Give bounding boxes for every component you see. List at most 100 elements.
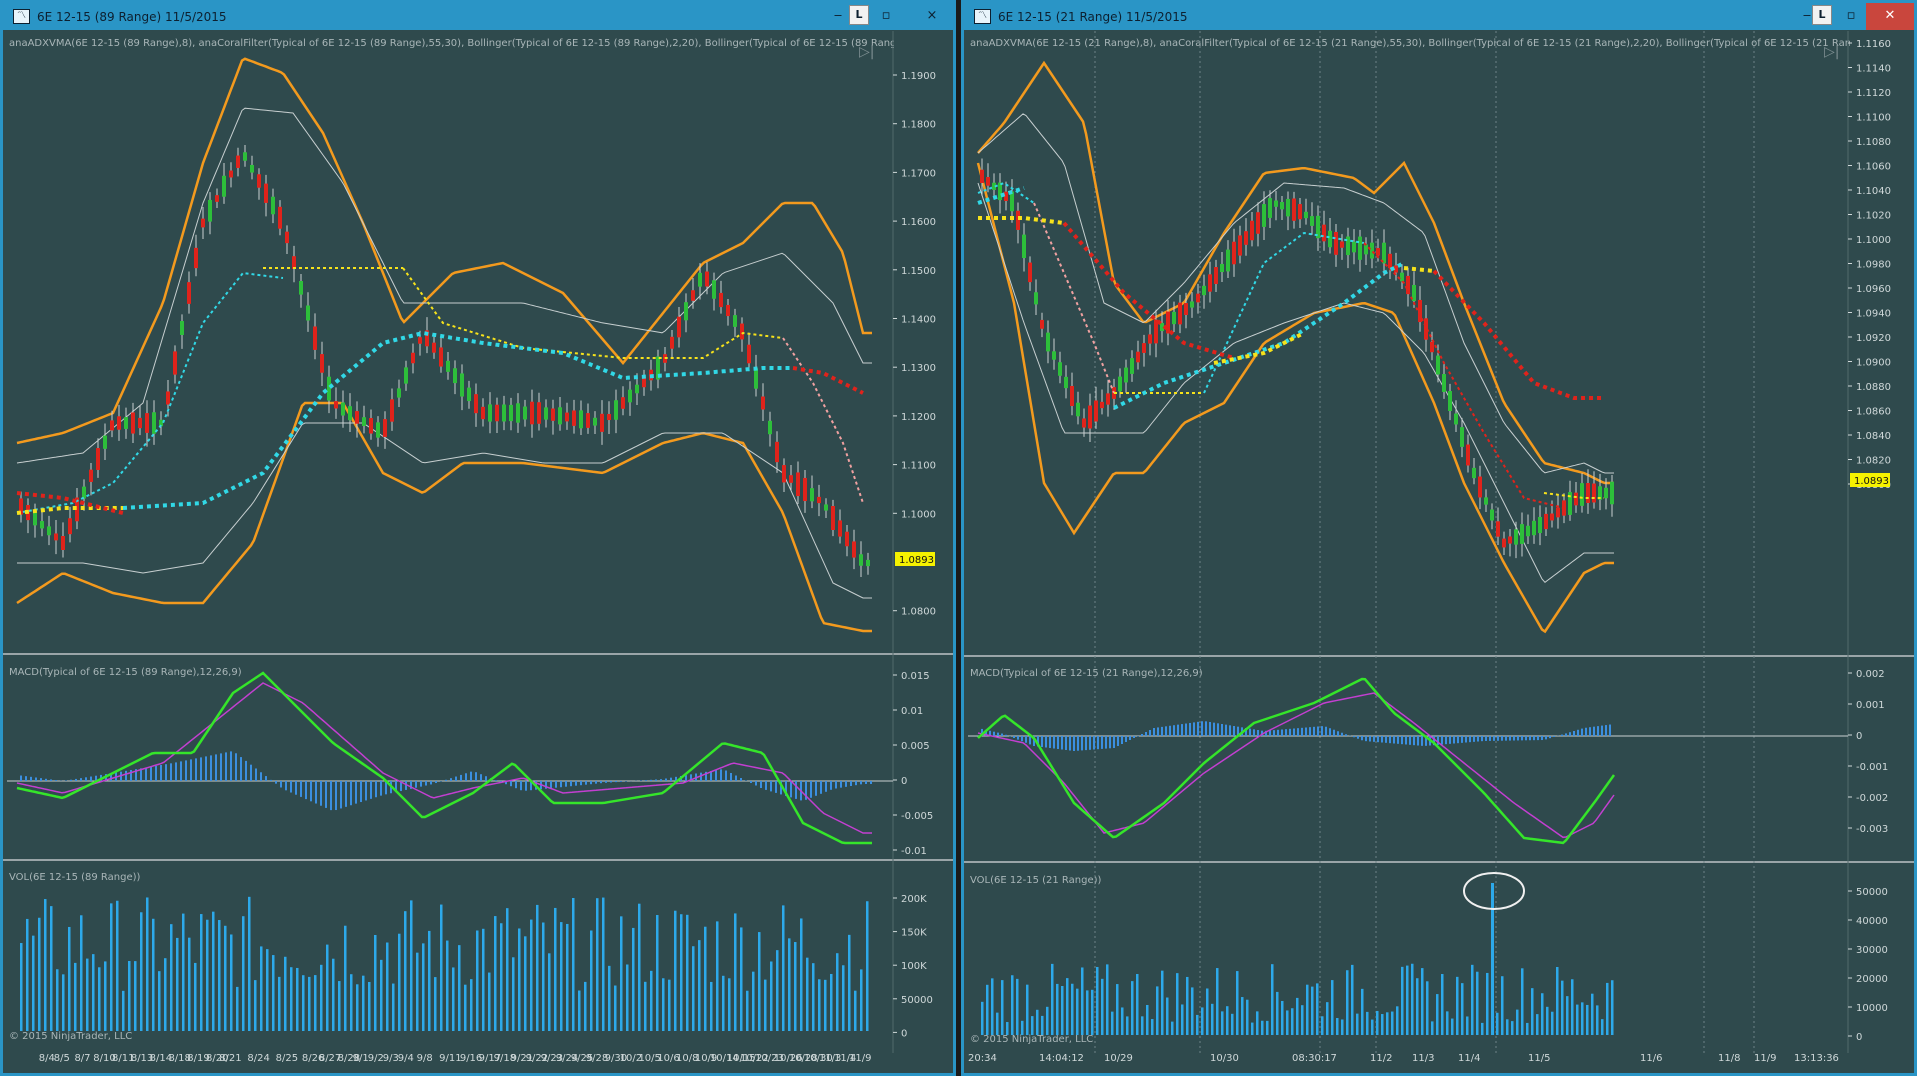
- macd-histogram-bar: [1325, 726, 1327, 736]
- macd-tick-label: -0.002: [1856, 793, 1888, 804]
- bollinger-lower-band: [16, 401, 872, 633]
- candle: [1142, 343, 1146, 353]
- volume-bar: [764, 979, 767, 1031]
- macd-histogram-bar: [1313, 726, 1315, 736]
- candle: [152, 412, 156, 434]
- candle: [1520, 524, 1524, 544]
- macd-histogram-bar: [30, 776, 32, 781]
- volume-bar: [1496, 1012, 1499, 1035]
- candle: [607, 413, 611, 421]
- candle: [1454, 413, 1458, 425]
- volume-tick-label: 20000: [1856, 974, 1888, 985]
- volume-bar: [1286, 1010, 1289, 1035]
- chart-window-left[interactable]: 〽 6E 12-15 (89 Range) 11/5/2015 ‒ L ▫ × …: [0, 0, 956, 1076]
- volume-bar: [770, 961, 773, 1031]
- volume-bar: [236, 986, 239, 1031]
- volume-bar: [1611, 980, 1614, 1035]
- volume-bar: [1171, 1021, 1174, 1035]
- volume-bar: [1306, 984, 1309, 1035]
- macd-histogram-bar: [1469, 736, 1471, 743]
- macd-histogram-bar: [1581, 728, 1583, 736]
- volume-bar: [1266, 1020, 1269, 1035]
- macd-histogram-bar: [1337, 731, 1339, 736]
- macd-histogram-bar: [220, 753, 222, 781]
- volume-bar: [536, 904, 539, 1031]
- volume-bar: [1391, 1011, 1394, 1035]
- macd-histogram-bar: [1401, 736, 1403, 745]
- candle: [1610, 481, 1614, 505]
- volume-bar: [542, 922, 545, 1031]
- macd-histogram-bar: [1057, 736, 1059, 749]
- macd-histogram-bar: [750, 781, 752, 783]
- macd-histogram-bar: [195, 758, 197, 781]
- price-tick-label: 1.1040: [1856, 186, 1891, 197]
- candle: [404, 367, 408, 384]
- volume-bar: [1226, 1006, 1229, 1035]
- candle: [1406, 275, 1410, 295]
- chart-window-right[interactable]: 〽 6E 12-15 (21 Range) 11/5/2015 ‒ L ▫ ✕ …: [961, 0, 1917, 1076]
- volume-bar: [1116, 984, 1119, 1035]
- volume-bar: [692, 946, 695, 1031]
- candle: [1184, 303, 1188, 315]
- macd-histogram-bar: [460, 774, 462, 781]
- volume-bar: [1216, 968, 1219, 1035]
- volume-bar: [1061, 986, 1064, 1035]
- volume-bar: [500, 923, 503, 1031]
- price-tick-label: 1.1100: [901, 461, 936, 472]
- macd-histogram-bar: [615, 781, 617, 783]
- macd-histogram-bar: [1453, 736, 1455, 744]
- candle: [145, 413, 149, 433]
- volume-bar: [1036, 1009, 1039, 1035]
- macd-histogram-bar: [295, 781, 297, 795]
- candle: [1556, 507, 1560, 518]
- macd-histogram-bar: [735, 775, 737, 781]
- candle: [1508, 536, 1512, 544]
- macd-histogram-bar: [320, 781, 322, 806]
- candle: [1322, 224, 1326, 242]
- volume-bar: [632, 927, 635, 1031]
- volume-bar: [194, 962, 197, 1031]
- candle: [838, 520, 842, 537]
- volume-bar: [260, 946, 263, 1031]
- macd-histogram-bar: [470, 771, 472, 781]
- candle: [1232, 241, 1236, 265]
- volume-bar: [1051, 963, 1054, 1035]
- macd-histogram-bar: [1249, 728, 1251, 736]
- candle: [341, 402, 345, 416]
- volume-bar: [1421, 968, 1424, 1035]
- candle: [1046, 332, 1050, 352]
- volume-bar: [176, 937, 179, 1031]
- candle: [397, 388, 401, 398]
- volume-tick-label: 10000: [1856, 1003, 1888, 1014]
- volume-bar: [110, 903, 113, 1031]
- candle: [166, 391, 170, 405]
- candle: [691, 290, 695, 301]
- macd-histogram-bar: [1385, 736, 1387, 743]
- volume-bar: [656, 915, 659, 1031]
- macd-histogram-bar: [1509, 736, 1511, 741]
- volume-tick-label: 30000: [1856, 945, 1888, 956]
- volume-bar: [644, 981, 647, 1031]
- candle: [1292, 198, 1296, 221]
- candle: [1100, 401, 1104, 409]
- candle: [998, 182, 1002, 201]
- price-tick-label: 1.1600: [901, 217, 936, 228]
- macd-histogram-bar: [210, 755, 212, 781]
- chart-canvas[interactable]: 1.1160 1.1140 1.1120 1.1100 1.1080 1.1060 1.10…: [964, 3, 1914, 1073]
- volume-bar: [1531, 988, 1534, 1035]
- candle: [1466, 444, 1470, 466]
- volume-bar: [92, 954, 95, 1031]
- volume-tick-label: 100K: [901, 961, 927, 972]
- candle: [1262, 204, 1266, 227]
- volume-bar: [1026, 984, 1029, 1035]
- macd-histogram-bar: [1405, 736, 1407, 745]
- chart-canvas[interactable]: 1.1900 1.1800 1.1700 1.1600 1.1500 1.1400 1.13…: [3, 3, 953, 1073]
- macd-histogram-bar: [1017, 736, 1019, 740]
- macd-histogram-bar: [370, 781, 372, 799]
- volume-bar: [1191, 987, 1194, 1035]
- macd-histogram-bar: [420, 781, 422, 787]
- volume-bar: [380, 959, 383, 1031]
- volume-bar: [1371, 1019, 1374, 1035]
- macd-histogram-bar: [620, 781, 622, 782]
- macd-histogram-bar: [580, 781, 582, 786]
